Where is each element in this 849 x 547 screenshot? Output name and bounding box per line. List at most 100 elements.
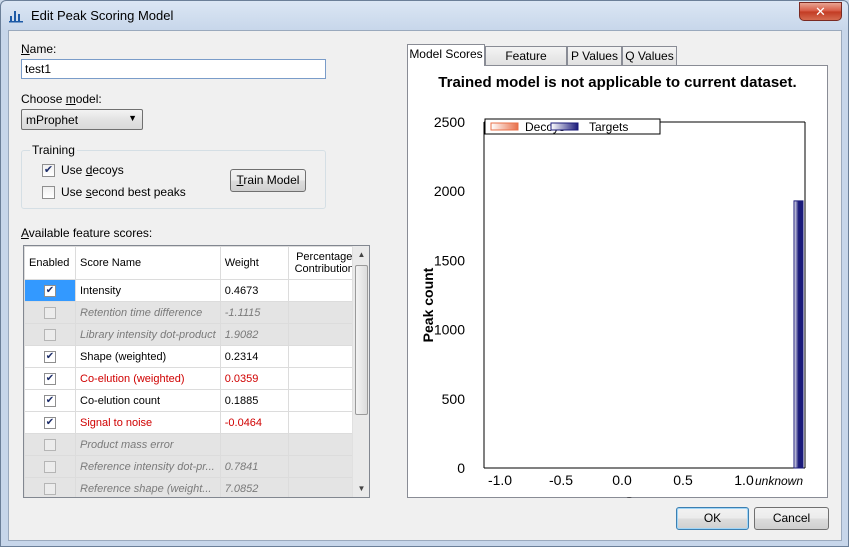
tab-p-values[interactable]: P Values	[567, 46, 622, 65]
weight-cell: 7.0852	[219, 477, 289, 497]
table-row[interactable]: ✔ Co-elution count 0.1885	[24, 389, 361, 412]
model-select[interactable]: mProphet ▼	[21, 109, 143, 130]
use-decoys-label[interactable]: Use decoys	[61, 163, 124, 177]
table-row[interactable]: Reference shape (weight... 7.0852	[24, 477, 361, 497]
table-row[interactable]: ✔ Shape (weighted) 0.2314	[24, 345, 361, 368]
legend-label-targets: Targets	[589, 120, 628, 134]
percentage-cell	[287, 389, 361, 412]
percentage-cell	[287, 455, 361, 478]
training-groupbox: Training ✔ Use decoys Use second best pe…	[21, 143, 326, 209]
weight-cell: 0.1885	[219, 389, 289, 412]
tab-model-scores[interactable]: Model Scores	[407, 44, 485, 66]
enabled-checkbox[interactable]: ✔	[44, 284, 56, 297]
column-header-enabled[interactable]: Enabled	[24, 246, 76, 280]
ok-button[interactable]: OK	[676, 507, 749, 530]
y-tick-label: 2000	[434, 183, 465, 199]
tab-feature-scores[interactable]: Feature Scores	[485, 46, 567, 81]
score-name-cell: Signal to noise	[75, 411, 221, 434]
enabled-checkbox[interactable]	[44, 328, 56, 341]
column-header-percentage[interactable]: Percentage Contribution	[287, 246, 361, 280]
train-model-button[interactable]: Train Model	[230, 169, 306, 192]
close-button[interactable]: ✕	[799, 2, 842, 21]
x-tick-label: 0.0	[612, 472, 632, 488]
weight-cell: -0.0464	[219, 411, 289, 434]
score-name-cell: Intensity	[75, 279, 221, 302]
score-name-cell: Reference intensity dot-pr...	[75, 455, 221, 478]
scroll-up-icon[interactable]: ▲	[353, 246, 369, 263]
percentage-cell	[287, 367, 361, 390]
tab-q-values[interactable]: Q Values	[622, 46, 677, 65]
enabled-checkbox[interactable]: ✔	[44, 372, 56, 385]
percentage-cell	[287, 477, 361, 497]
table-row[interactable]: ✔ Intensity 0.4673	[24, 279, 361, 302]
enabled-cell[interactable]: ✔	[24, 389, 76, 412]
x-extra-tick-label: unknown	[755, 474, 803, 488]
enabled-cell[interactable]	[24, 323, 76, 346]
weight-cell: -1.1115	[219, 301, 289, 324]
x-tick-label: -0.5	[549, 472, 573, 488]
y-tick-label: 1000	[434, 322, 465, 338]
enabled-checkbox[interactable]: ✔	[44, 350, 56, 363]
score-name-cell: Co-elution count	[75, 389, 221, 412]
x-axis-title: Score	[625, 494, 664, 498]
chart-title: Trained model is not applicable to curre…	[438, 74, 797, 91]
enabled-cell[interactable]	[24, 455, 76, 478]
enabled-checkbox[interactable]	[44, 438, 56, 451]
weight-cell: 1.9082	[219, 323, 289, 346]
y-axis-title: Peak count	[420, 267, 436, 342]
score-name-cell: Product mass error	[75, 433, 221, 456]
column-header-score-name[interactable]: Score Name	[75, 246, 221, 280]
enabled-cell[interactable]: ✔	[24, 279, 76, 302]
scroll-thumb[interactable]	[355, 265, 368, 415]
percentage-cell	[287, 301, 361, 324]
weight-cell	[219, 433, 289, 456]
table-row[interactable]: Reference intensity dot-pr... 0.7841	[24, 455, 361, 478]
y-tick-label: 1500	[434, 252, 465, 268]
column-header-weight[interactable]: Weight	[219, 246, 289, 280]
dialog-window: Edit Peak Scoring Model ✕ Name: test1 Ch…	[0, 0, 849, 547]
name-input[interactable]: test1	[21, 59, 326, 79]
cancel-button[interactable]: Cancel	[754, 507, 829, 530]
model-select-value: mProphet	[26, 113, 79, 127]
enabled-cell[interactable]	[24, 433, 76, 456]
bar-targets	[793, 200, 804, 469]
percentage-cell	[287, 323, 361, 346]
scroll-down-icon[interactable]: ▼	[353, 480, 369, 497]
enabled-checkbox[interactable]	[44, 482, 56, 495]
training-title: Training	[30, 143, 77, 157]
table-row[interactable]: ✔ Co-elution (weighted) 0.0359	[24, 367, 361, 390]
weight-cell: 0.2314	[219, 345, 289, 368]
enabled-checkbox[interactable]: ✔	[44, 394, 56, 407]
enabled-checkbox[interactable]	[44, 306, 56, 319]
y-tick-label: 0	[457, 460, 465, 476]
score-name-cell: Reference shape (weight...	[75, 477, 221, 497]
percentage-cell	[287, 345, 361, 368]
use-decoys-checkbox[interactable]: ✔	[42, 164, 55, 177]
enabled-cell[interactable]: ✔	[24, 411, 76, 434]
table-row[interactable]: Product mass error	[24, 433, 361, 456]
histogram-chart: 0 500 1000 1500 2000 2500 -1.0 -0.5 0.0 0.5 1.0 unk…	[420, 114, 806, 498]
enabled-checkbox[interactable]	[44, 460, 56, 473]
enabled-cell[interactable]	[24, 301, 76, 324]
y-tick-label: 500	[442, 391, 466, 407]
table-row[interactable]: Library intensity dot-product 1.9082	[24, 323, 361, 346]
enabled-checkbox[interactable]: ✔	[44, 416, 56, 429]
second-best-checkbox[interactable]	[42, 186, 55, 199]
header-row: Enabled Score Name Weight Percentage Con…	[24, 246, 361, 280]
table-row[interactable]: Retention time difference -1.1115	[24, 301, 361, 324]
score-name-cell: Library intensity dot-product	[75, 323, 221, 346]
window-title: Edit Peak Scoring Model	[31, 8, 174, 23]
table-row[interactable]: ✔ Signal to noise -0.0464	[24, 411, 361, 434]
grid-scrollbar[interactable]: ▲ ▼	[352, 246, 369, 497]
feature-scores-grid[interactable]: Enabled Score Name Weight Percentage Con…	[23, 245, 370, 498]
weight-cell: 0.4673	[219, 279, 289, 302]
weight-cell: 0.0359	[219, 367, 289, 390]
title-bar[interactable]: Edit Peak Scoring Model ✕	[1, 1, 848, 31]
enabled-cell[interactable]	[24, 477, 76, 497]
percentage-cell	[287, 433, 361, 456]
enabled-cell[interactable]: ✔	[24, 367, 76, 390]
enabled-cell[interactable]: ✔	[24, 345, 76, 368]
second-best-label[interactable]: Use second best peaks	[61, 185, 186, 199]
close-icon: ✕	[815, 4, 826, 19]
weight-cell: 0.7841	[219, 455, 289, 478]
